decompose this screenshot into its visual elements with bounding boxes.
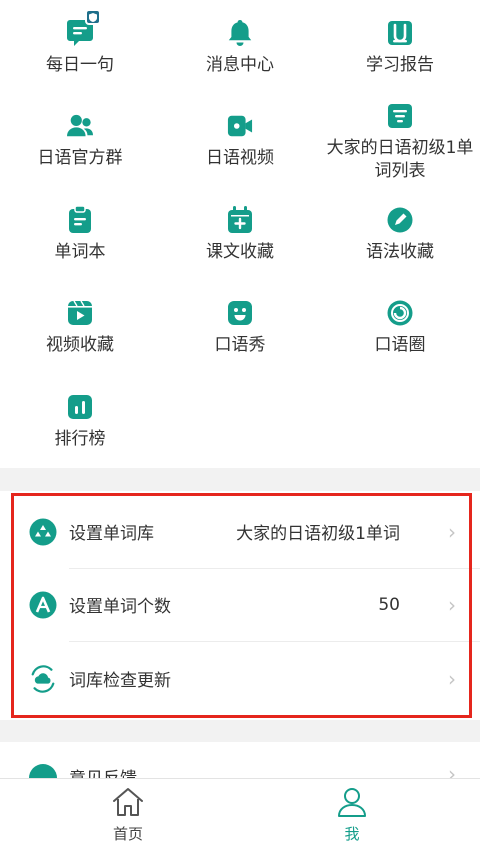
group-icon — [67, 113, 93, 139]
bell-icon — [227, 20, 253, 46]
pencil-icon — [387, 207, 413, 233]
grid-item-label: 消息中心 — [206, 55, 274, 75]
grid-item-label: 日语视频 — [206, 148, 274, 168]
grid-item-label: 每日一句 — [46, 55, 114, 75]
grid-item-speaking-circle[interactable]: 口语圈 — [320, 300, 480, 357]
user-icon — [337, 787, 367, 821]
triangles-icon — [29, 518, 57, 546]
set-word-count-label: 设置单词个数 — [69, 597, 171, 617]
grid-item-speaking-show[interactable]: 口语秀 — [160, 300, 320, 357]
grid-item-wordbook[interactable]: 单词本 — [0, 206, 160, 264]
set-word-library-value: 大家的日语初级1单词 — [236, 524, 400, 544]
smile-icon — [227, 300, 253, 326]
tab-me-label: 我 — [344, 825, 360, 843]
feature-grid: 每日一句 消息中心 学习报告 日语官方群 日语视频 大家的日语初级1单词列表 单… — [0, 0, 480, 468]
grid-item-message-center[interactable]: 消息中心 — [160, 20, 320, 77]
report-book-icon — [387, 20, 413, 46]
grid-item-leaderboard[interactable]: 排行榜 — [0, 394, 160, 451]
chevron-right-icon: › — [448, 666, 456, 691]
set-word-library-row[interactable]: 设置单词库 大家的日语初级1单词 › — [0, 495, 480, 568]
grid-item-label: 大家的日语初级1单词列表 — [326, 138, 474, 181]
check-library-update-label: 词库检查更新 — [69, 671, 171, 691]
grid-item-text-favorites[interactable]: 课文收藏 — [160, 206, 320, 264]
tab-me[interactable]: 我 — [232, 787, 472, 844]
clipboard-icon — [67, 206, 93, 233]
circle-icon — [387, 300, 413, 326]
grid-item-label: 视频收藏 — [46, 335, 114, 355]
grid-item-label: 排行榜 — [54, 429, 106, 449]
set-word-count-row[interactable]: 设置单词个数 50 › — [0, 568, 480, 641]
grid-item-official-group[interactable]: 日语官方群 — [0, 113, 160, 170]
grid-item-label: 单词本 — [54, 242, 106, 262]
grid-item-daily-sentence[interactable]: 每日一句 — [0, 9, 160, 77]
set-word-count-value: 50 — [378, 594, 400, 615]
set-word-library-label: 设置单词库 — [69, 524, 154, 544]
tab-home[interactable]: 首页 — [8, 787, 248, 844]
feedback-row[interactable]: 意见反馈 › — [0, 742, 480, 782]
tab-home-label: 首页 — [112, 825, 143, 843]
video-camera-icon — [227, 113, 253, 139]
grid-item-word-list[interactable]: 大家的日语初级1单词列表 — [320, 103, 480, 183]
chevron-right-icon: › — [448, 519, 456, 544]
grid-item-label: 口语圈 — [374, 335, 426, 355]
check-library-update-row[interactable]: 词库检查更新 › — [0, 642, 480, 715]
word-list-icon — [387, 103, 413, 129]
bar-chart-icon — [67, 394, 93, 420]
grid-item-label: 日语官方群 — [37, 148, 123, 168]
grid-item-grammar-favorites[interactable]: 语法收藏 — [320, 207, 480, 264]
daily-sentence-icon — [67, 9, 101, 46]
grid-item-study-report[interactable]: 学习报告 — [320, 20, 480, 77]
shield-badge-icon — [85, 9, 101, 25]
grid-item-label: 口语秀 — [214, 335, 266, 355]
play-icon — [67, 300, 93, 326]
home-icon — [111, 787, 145, 821]
grid-item-label: 课文收藏 — [206, 242, 274, 262]
grid-item-label: 语法收藏 — [366, 242, 434, 262]
bottom-tab-bar: 首页 我 — [0, 778, 480, 853]
grid-item-video-favorites[interactable]: 视频收藏 — [0, 300, 160, 357]
letter-a-icon — [29, 591, 57, 619]
grid-item-label: 学习报告 — [366, 55, 434, 75]
word-settings-list: 设置单词库 大家的日语初级1单词 › 设置单词个数 50 › 词库检查更新 › — [0, 491, 480, 720]
chevron-right-icon: › — [448, 592, 456, 617]
calendar-plus-icon — [227, 206, 253, 233]
grid-item-japanese-video[interactable]: 日语视频 — [160, 113, 320, 170]
cloud-sync-icon — [29, 664, 57, 693]
